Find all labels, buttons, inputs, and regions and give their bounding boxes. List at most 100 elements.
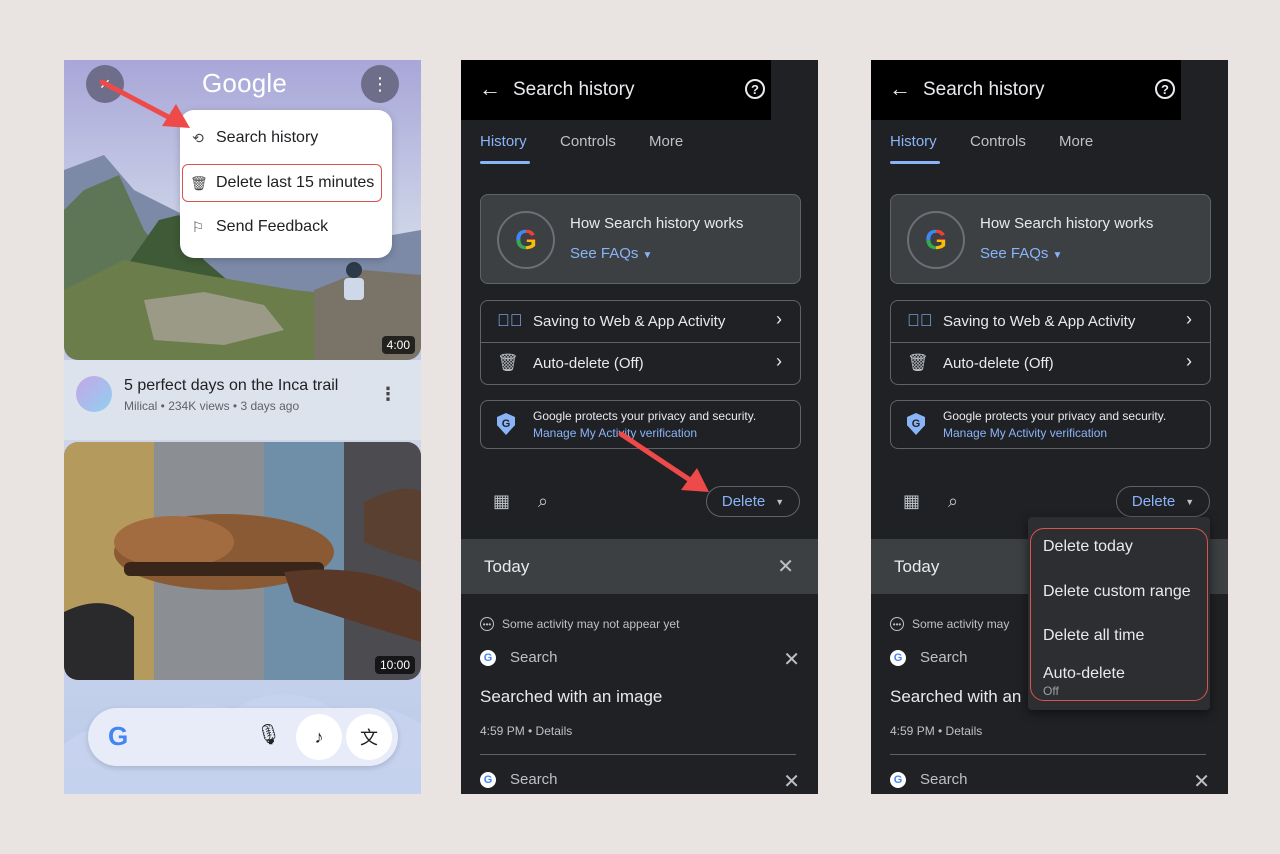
- row-label: Auto-delete (Off): [943, 355, 1054, 372]
- menu-item-label: Delete last 15 minutes: [216, 174, 375, 191]
- auto-delete-icon: 🗑: [497, 353, 519, 372]
- delete-dropdown-menu: Delete today Delete custom range Delete …: [1028, 517, 1210, 710]
- menu-item-label: Send Feedback: [216, 218, 329, 235]
- see-faqs-link[interactable]: See FAQs ▼: [980, 245, 1062, 262]
- google-app-screen: 4:00 × Google ⋮ ⟲ Search history 🗑 Delet…: [64, 60, 421, 794]
- shield-icon: G: [907, 413, 925, 435]
- menu-item-auto-delete[interactable]: Auto-delete: [1043, 665, 1125, 683]
- search-icon[interactable]: ⌕: [538, 491, 548, 512]
- tab-controls[interactable]: Controls: [970, 133, 1026, 150]
- activity-row[interactable]: G Search ✕: [480, 647, 800, 671]
- delete-button[interactable]: Delete ▼: [706, 486, 800, 517]
- tab-more[interactable]: More: [649, 133, 683, 150]
- divider: [480, 754, 796, 755]
- privacy-text: Google protects your privacy and securit…: [943, 409, 1167, 423]
- music-note-icon[interactable]: ♪: [296, 714, 342, 760]
- delete-button[interactable]: Delete ▼: [1116, 486, 1210, 517]
- menu-item-delete-today[interactable]: Delete today: [1043, 538, 1133, 556]
- web-app-activity-row[interactable]: ✓⃝ Saving to Web & App Activity ›: [891, 301, 1210, 342]
- faq-card: G How Search history works See FAQs ▼: [480, 194, 801, 284]
- privacy-text: Google protects your privacy and securit…: [533, 409, 757, 423]
- shoe-image: [64, 442, 421, 680]
- manage-verification-link[interactable]: Manage My Activity verification: [533, 426, 697, 440]
- menu-item-delete-all-time[interactable]: Delete all time: [1043, 627, 1144, 645]
- active-tab-indicator: [480, 161, 530, 164]
- app-bar: ← Search history ?: [871, 60, 1181, 120]
- activity-row[interactable]: G Search ✕: [480, 769, 800, 793]
- google-g-icon: G: [890, 650, 906, 666]
- row-label: Saving to Web & App Activity: [943, 313, 1136, 330]
- delete-clock-icon: 🗑: [190, 174, 208, 191]
- active-tab-indicator: [890, 161, 940, 164]
- tab-controls[interactable]: Controls: [560, 133, 616, 150]
- app-bar: ← Search history ?: [461, 60, 771, 120]
- video-title[interactable]: 5 perfect days on the Inca trail: [124, 377, 338, 395]
- overflow-menu: ⟲ Search history 🗑 Delete last 15 minute…: [180, 110, 392, 258]
- tab-history[interactable]: History: [480, 133, 527, 150]
- activity-title[interactable]: Searched with an: [890, 687, 1021, 707]
- close-button[interactable]: ×: [86, 65, 124, 103]
- avatar[interactable]: [76, 376, 112, 412]
- close-icon[interactable]: ✕: [1193, 769, 1210, 794]
- search-history-screen: ← Search history ? History Controls More…: [461, 60, 818, 794]
- auto-delete-icon: 🗑: [907, 353, 929, 372]
- see-faqs-label: See FAQs: [980, 245, 1049, 262]
- video-duration-1: 4:00: [381, 336, 415, 354]
- more-horiz-icon: •••: [480, 617, 494, 631]
- web-app-activity-row[interactable]: ✓⃝ Saving to Web & App Activity ›: [481, 301, 800, 342]
- auto-delete-row[interactable]: 🗑 Auto-delete (Off) ›: [481, 343, 800, 384]
- pending-notice: ••• Some activity may: [890, 617, 1009, 631]
- activity-time[interactable]: 4:59 PM • Details: [890, 724, 982, 738]
- video-more-icon[interactable]: ⋮: [379, 384, 397, 405]
- see-faqs-label: See FAQs: [570, 245, 639, 262]
- close-icon[interactable]: ✕: [777, 554, 794, 579]
- chevron-right-icon: ›: [1186, 309, 1192, 329]
- activity-time[interactable]: 4:59 PM • Details: [480, 724, 572, 738]
- activity-row[interactable]: G Search ✕: [890, 769, 1210, 793]
- search-bar[interactable]: G 🎙 ♪ 文: [88, 708, 398, 766]
- google-history-icon: G: [907, 211, 965, 269]
- close-icon: ×: [99, 73, 111, 94]
- faq-card: G How Search history works See FAQs ▼: [890, 194, 1211, 284]
- auto-delete-status: Off: [1043, 684, 1059, 698]
- google-g-icon: G: [480, 772, 496, 788]
- menu-item-search-history[interactable]: ⟲ Search history: [190, 129, 318, 147]
- video-info[interactable]: 5 perfect days on the Inca trail Milical…: [64, 360, 421, 440]
- today-header: Today ✕: [461, 539, 818, 594]
- pending-notice: ••• Some activity may not appear yet: [480, 617, 679, 631]
- faq-title: How Search history works: [570, 215, 744, 232]
- tab-history[interactable]: History: [890, 133, 937, 150]
- see-faqs-link[interactable]: See FAQs ▼: [570, 245, 652, 262]
- activity-label: Search: [920, 649, 968, 666]
- menu-item-send-feedback[interactable]: ⚐ Send Feedback: [190, 218, 328, 236]
- notice-text: Some activity may not appear yet: [502, 617, 680, 631]
- menu-item-delete-custom-range[interactable]: Delete custom range: [1043, 583, 1191, 601]
- row-label: Saving to Web & App Activity: [533, 313, 726, 330]
- auto-delete-row[interactable]: 🗑 Auto-delete (Off) ›: [891, 343, 1210, 384]
- manage-verification-link[interactable]: Manage My Activity verification: [943, 426, 1107, 440]
- calendar-icon[interactable]: ▦: [493, 491, 510, 512]
- google-g-icon: G: [108, 721, 129, 751]
- row-label: Auto-delete (Off): [533, 355, 644, 372]
- back-arrow-icon[interactable]: ←: [479, 76, 501, 102]
- video-thumbnail-2[interactable]: 10:00: [64, 442, 421, 680]
- back-arrow-icon[interactable]: ←: [889, 76, 911, 102]
- activity-title[interactable]: Searched with an image: [480, 687, 662, 707]
- calendar-icon[interactable]: ▦: [903, 491, 920, 512]
- more-options-button[interactable]: ⋮: [361, 65, 399, 103]
- translate-icon[interactable]: 文: [346, 714, 392, 760]
- close-icon[interactable]: ✕: [783, 769, 800, 794]
- search-icon[interactable]: ⌕: [948, 491, 958, 512]
- help-icon[interactable]: ?: [745, 79, 765, 99]
- activity-row[interactable]: G Search: [890, 647, 1030, 671]
- help-icon[interactable]: ?: [1155, 79, 1175, 99]
- close-icon[interactable]: ✕: [783, 647, 800, 672]
- video-duration-2: 10:00: [374, 656, 415, 674]
- menu-item-delete-15-min[interactable]: 🗑 Delete last 15 minutes: [190, 174, 374, 192]
- tab-more[interactable]: More: [1059, 133, 1093, 150]
- check-circle-icon: ✓⃝: [907, 311, 933, 330]
- privacy-card: G Google protects your privacy and secur…: [890, 400, 1211, 449]
- activity-label: Search: [510, 649, 558, 666]
- check-circle-icon: ✓⃝: [497, 311, 523, 330]
- mic-icon[interactable]: 🎙: [256, 722, 281, 747]
